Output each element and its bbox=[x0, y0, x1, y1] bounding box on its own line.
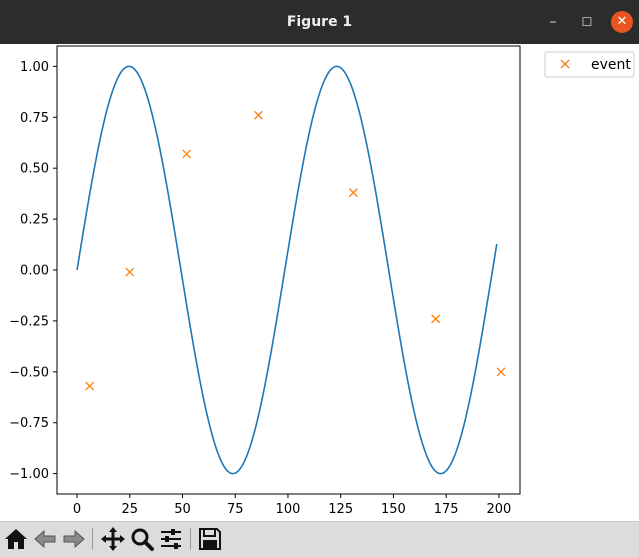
x-tick-label: 200 bbox=[486, 502, 511, 517]
x-tick-label: 75 bbox=[227, 502, 244, 517]
y-tick-label: −0.50 bbox=[9, 365, 49, 380]
forward-arrow-icon[interactable] bbox=[61, 526, 87, 552]
maximize-button[interactable]: ☐ bbox=[577, 12, 597, 32]
minimize-button[interactable]: – bbox=[543, 12, 563, 32]
pan-icon[interactable] bbox=[100, 526, 126, 552]
y-tick-label: −0.75 bbox=[9, 416, 49, 431]
x-tick-label: 125 bbox=[328, 502, 353, 517]
y-tick-label: 0.25 bbox=[20, 213, 49, 228]
y-tick-label: 1.00 bbox=[20, 60, 49, 75]
x-tick-label: 50 bbox=[174, 502, 191, 517]
legend-label-event: event bbox=[591, 57, 631, 73]
y-tick-label: −0.25 bbox=[9, 314, 49, 329]
legend: event bbox=[544, 51, 635, 78]
figure-canvas[interactable]: 0 25 50 75 100 125 150 175 200 1.00 0.75 0.50 0.25 0… bbox=[0, 44, 639, 521]
save-icon[interactable] bbox=[197, 526, 223, 552]
navigation-toolbar bbox=[0, 521, 639, 557]
x-tick-label: 175 bbox=[434, 502, 459, 517]
configure-subplots-icon[interactable] bbox=[158, 526, 184, 552]
home-icon[interactable] bbox=[3, 526, 29, 552]
x-tick-label: 25 bbox=[121, 502, 138, 517]
axes-frame bbox=[56, 45, 521, 495]
y-tick-label: 0.50 bbox=[20, 162, 49, 177]
toolbar-separator bbox=[190, 528, 191, 550]
x-tick-label: 100 bbox=[276, 502, 301, 517]
toolbar-separator bbox=[92, 528, 93, 550]
x-tick-label: 0 bbox=[73, 502, 81, 517]
y-tick-label: −1.00 bbox=[9, 467, 49, 482]
zoom-icon[interactable] bbox=[129, 526, 155, 552]
y-tick-label: 0.00 bbox=[20, 264, 49, 279]
x-tick-label: 150 bbox=[381, 502, 406, 517]
y-tick-label: 0.75 bbox=[20, 111, 49, 126]
back-arrow-icon[interactable] bbox=[32, 526, 58, 552]
close-button[interactable]: ✕ bbox=[611, 11, 633, 33]
window-titlebar[interactable]: Figure 1 – ☐ ✕ bbox=[0, 0, 639, 44]
